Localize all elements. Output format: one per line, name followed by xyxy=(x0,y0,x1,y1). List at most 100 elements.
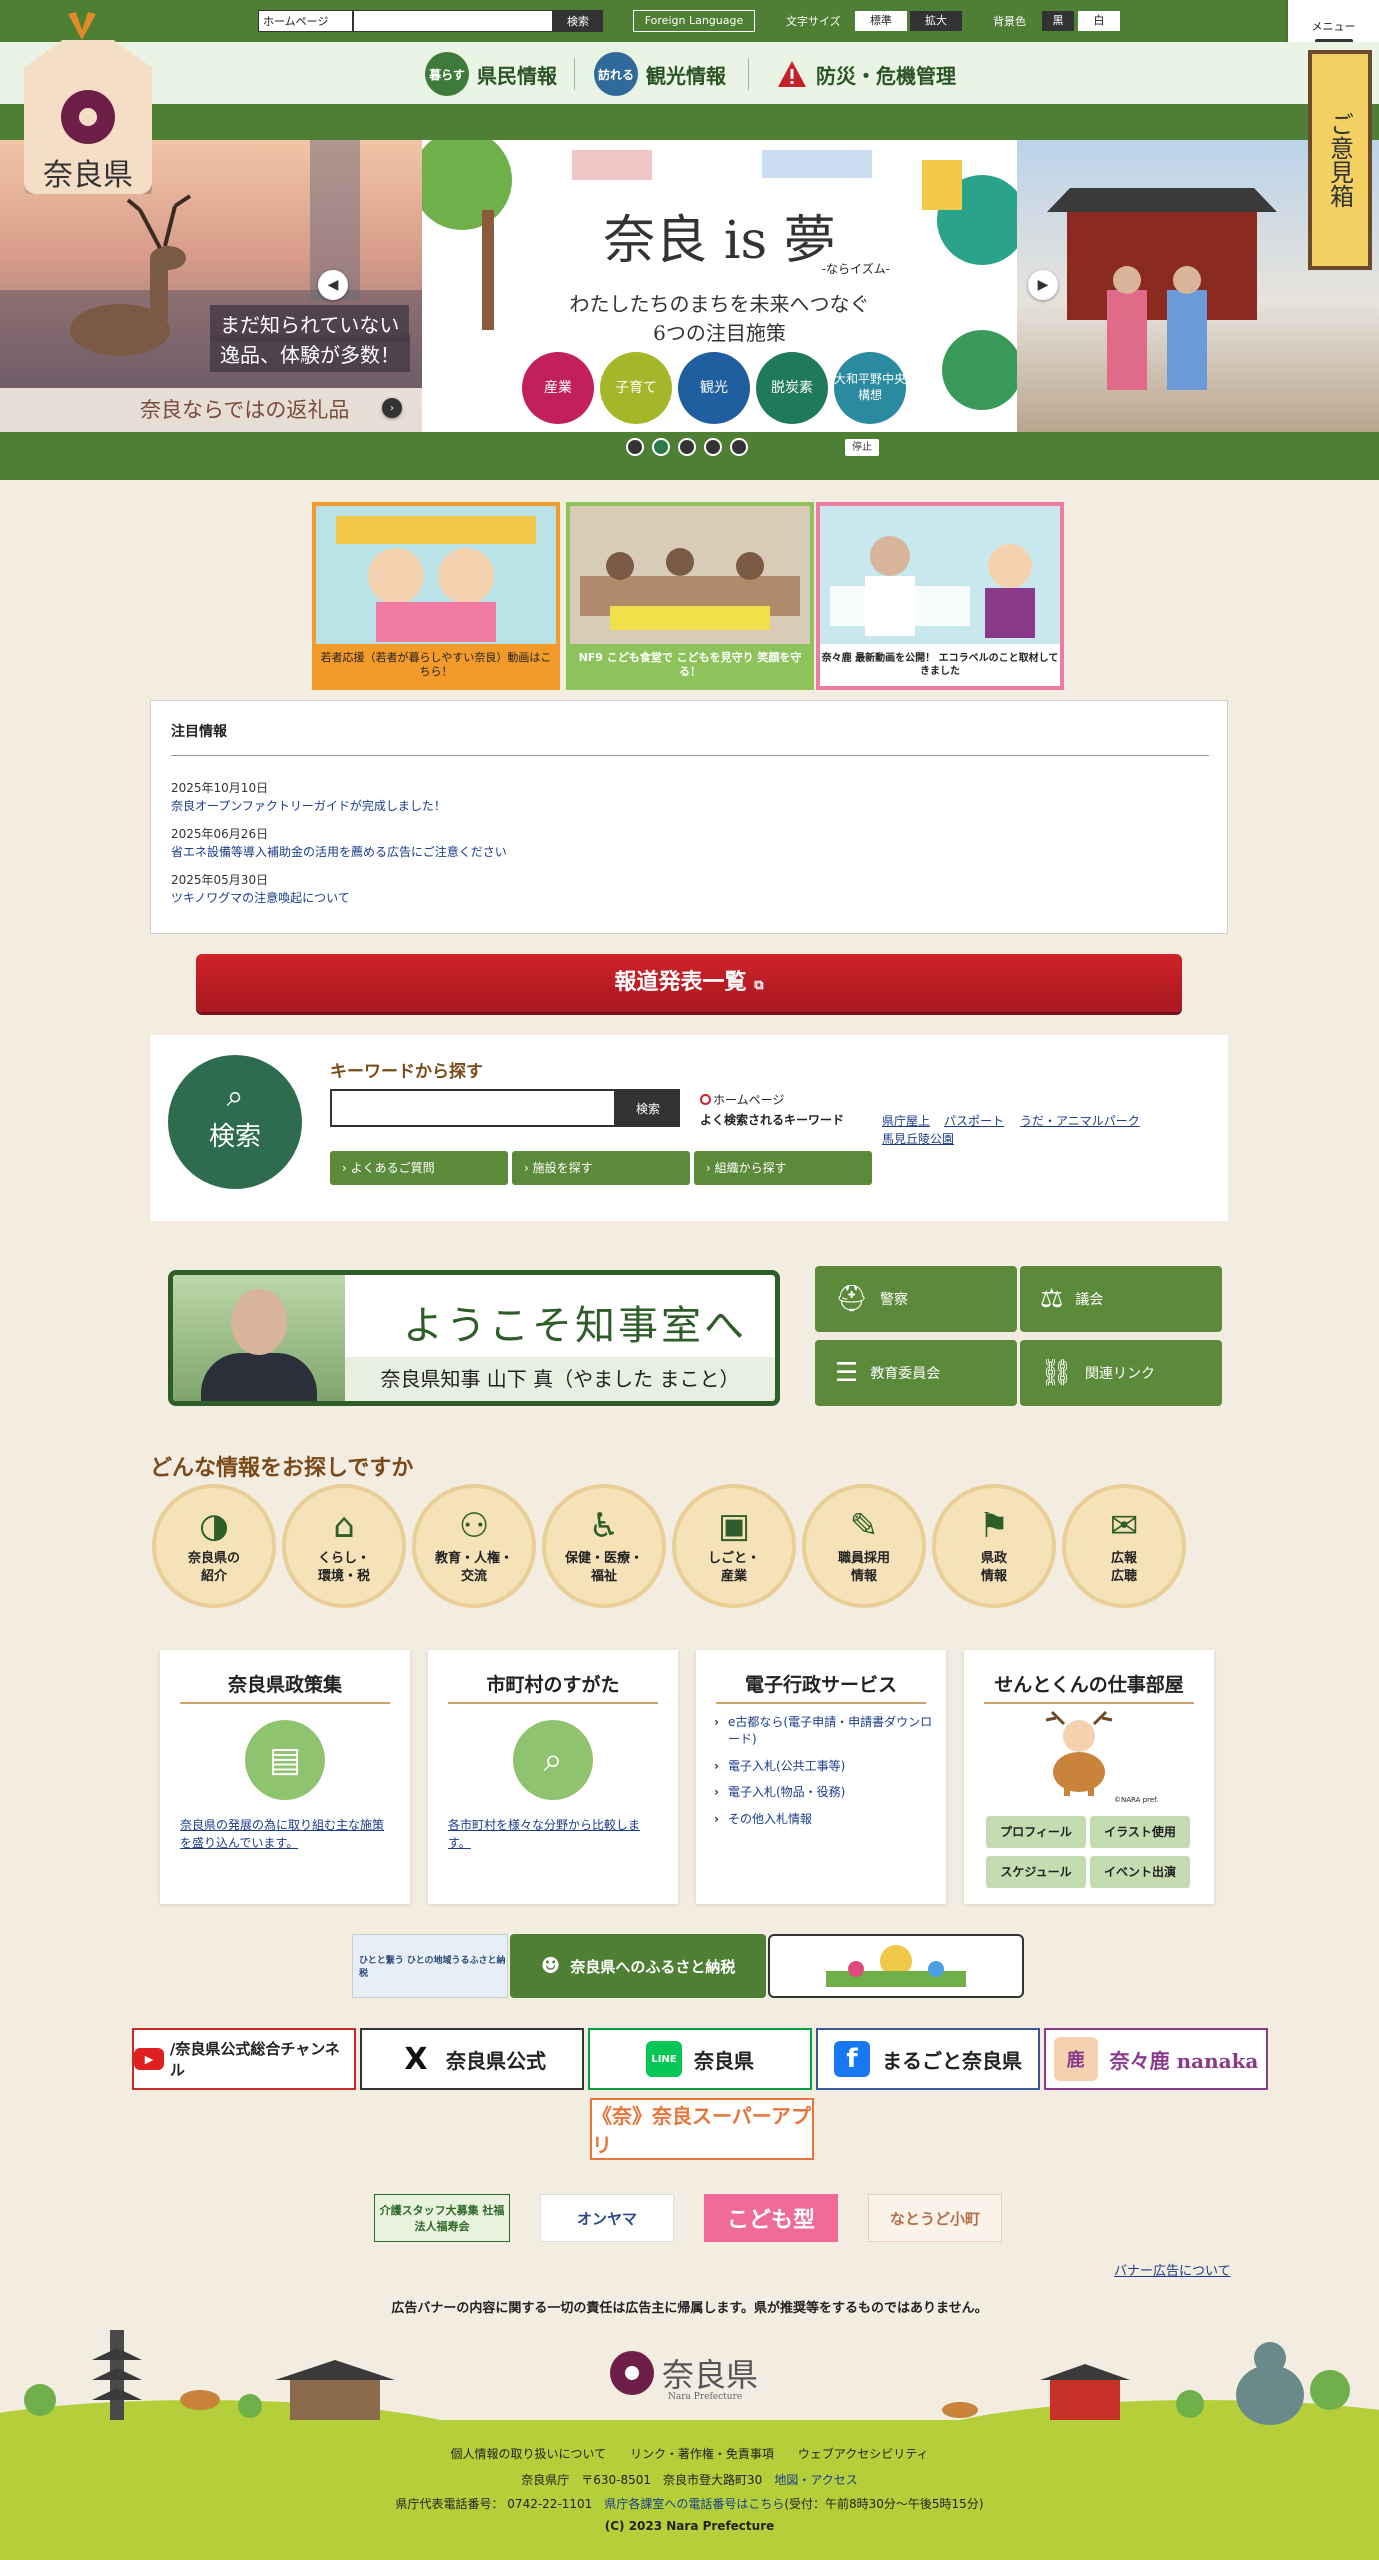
egov-link[interactable]: その他入札情報 xyxy=(714,1811,934,1828)
press-release-button[interactable]: 報道発表一覧 ⧉ xyxy=(196,954,1182,1012)
site-logo[interactable]: 奈良県 Nara Prefecture xyxy=(24,40,152,194)
x-account-link[interactable]: X 奈良県公式 xyxy=(360,2028,584,2090)
sponsor-fukujukai[interactable]: 介護スタッフ大募集 社福法人福寿会 xyxy=(374,2194,510,2242)
egov-link[interactable]: 電子入札(公共工事等) xyxy=(714,1758,934,1775)
category-label: 職員採用 情報 xyxy=(806,1550,922,1585)
font-size-standard-button[interactable]: 標準 xyxy=(855,11,907,31)
card-e-government: 電子行政サービス e古都なら(電子申請・申請書ダウンロード) 電子入札(公共工事… xyxy=(696,1650,946,1904)
carousel-prev-button[interactable]: ◀ xyxy=(318,270,348,300)
slide-title-ruby: -ならイズム- xyxy=(822,262,890,276)
facebook-page-link[interactable]: f まるごと奈良県 xyxy=(816,2028,1040,2090)
logo-ribbon-icon xyxy=(68,12,96,40)
board-of-education-link[interactable]: ☰ 教育委員会 xyxy=(815,1340,1017,1406)
keyword-search-input[interactable] xyxy=(330,1089,616,1127)
governor-office-banner[interactable]: ようこそ知事室へ 奈良県知事 山下 真（やました まこと） xyxy=(168,1270,780,1406)
police-label: 警察 xyxy=(880,1292,909,1308)
carousel-next-button[interactable]: ▶ xyxy=(1028,270,1058,300)
ad-furusato-tax[interactable]: ☻ 奈良県へのふるさと納税 xyxy=(510,1934,766,1998)
category-about-nara[interactable]: ◑ 奈良県の 紹介 xyxy=(152,1484,276,1608)
keyword-link[interactable]: パスポート xyxy=(944,1112,1004,1129)
egov-link[interactable]: e古都なら(電子申請・申請書ダウンロード) xyxy=(714,1714,934,1748)
card-link[interactable]: 各市町村を様々な分野から比較します。 xyxy=(448,1816,658,1852)
nav-disaster-info[interactable]: 防災・危機管理 xyxy=(776,52,956,96)
carousel-dot[interactable] xyxy=(704,438,722,456)
category-prefectural-gov[interactable]: ⚑ 県政 情報 xyxy=(932,1484,1056,1608)
find-facility-button[interactable]: › 施設を探す xyxy=(512,1151,690,1185)
slide-nara-ism[interactable]: 奈良 is 夢 -ならイズム- わたしたちのまちを未来へつなぐ 6つの注目施策 … xyxy=(422,140,1017,432)
category-recruitment[interactable]: ✎ 職員採用 情報 xyxy=(802,1484,926,1608)
nav-tourism-info[interactable]: 訪れる 観光情報 xyxy=(594,52,726,96)
label-line: 県政 xyxy=(980,1551,1007,1566)
category-living[interactable]: ⌂ くらし・ 環境・税 xyxy=(282,1484,406,1608)
bg-white-button[interactable]: 白 xyxy=(1078,11,1120,31)
ad-kids-page[interactable] xyxy=(768,1934,1024,1998)
nav-label: 観光情報 xyxy=(646,63,726,88)
nanaka-vtuber-link[interactable]: 鹿奈々鹿 nanaka xyxy=(1044,2028,1268,2090)
slide-link-chevron-icon[interactable]: › xyxy=(382,398,402,418)
banner-kodomo-shokudo[interactable]: NF9 こども食堂で こどもを見守り 笑顔を守る！ xyxy=(566,502,814,690)
department-phone-link[interactable]: 県庁各課室への電話番号はこちら xyxy=(604,2497,784,2511)
frequent-keywords-label: よく検索されるキーワード xyxy=(700,1113,845,1127)
sponsor-kodomogata[interactable]: こども型 xyxy=(704,2194,838,2242)
homepage-radio[interactable]: ホームページ xyxy=(700,1091,784,1108)
youtube-icon: ▶ xyxy=(134,2048,164,2070)
carousel-stop-button[interactable]: 停止 xyxy=(845,439,879,456)
carousel-dot-active[interactable] xyxy=(652,438,670,456)
faq-button[interactable]: › よくあるご質問 xyxy=(330,1151,508,1185)
keyword-link[interactable]: 馬見丘陵公園 xyxy=(882,1130,954,1147)
carousel-dot[interactable] xyxy=(626,438,644,456)
sponsor-onyama[interactable]: オンヤマ xyxy=(540,2194,674,2242)
ad-disclaimer: 広告バナーの内容に関する一切の責任は広告主に帰属します。県が推奨等をするものでは… xyxy=(391,2301,988,2316)
banner-image xyxy=(570,506,810,644)
bg-black-button[interactable]: 黒 xyxy=(1042,11,1074,31)
footer-links[interactable]: 個人情報の取り扱いについて リンク・著作権・免責事項 ウェブアクセシビリティ xyxy=(0,2445,1379,2462)
foreign-language-link[interactable]: Foreign Language xyxy=(633,10,755,32)
keyword-link[interactable]: 県庁屋上 xyxy=(882,1112,930,1129)
super-app-link[interactable]: 《奈》奈良スーパーアプリ xyxy=(590,2098,814,2160)
youtube-channel-link[interactable]: ▶/奈良県公式総合チャンネル xyxy=(132,2028,356,2090)
kids-illustration-icon xyxy=(826,1945,966,1987)
line-account-link[interactable]: LINE 奈良県 xyxy=(588,2028,812,2090)
category-work[interactable]: ▣ しごと・ 産業 xyxy=(672,1484,796,1608)
banner-nanaka-video[interactable]: 奈々鹿 最新動画を公開！ エコラベルのこと取材してきました xyxy=(816,502,1064,690)
carousel-dot[interactable] xyxy=(678,438,696,456)
keyword-search-button[interactable]: 検索 xyxy=(616,1089,680,1127)
site-search-scope-select[interactable]: ホームページ xyxy=(258,10,353,32)
notice-link[interactable]: 奈良オープンファクトリーガイドが完成しました！ xyxy=(171,797,446,814)
carousel-dot[interactable] xyxy=(730,438,748,456)
find-organization-button[interactable]: › 組織から探す xyxy=(694,1151,872,1185)
banner-youth-support[interactable]: 若者応援（若者が暮らしやすい奈良）動画はこちら！ xyxy=(312,502,560,690)
related-links-link[interactable]: ⛓ 関連リンク xyxy=(1020,1340,1222,1406)
category-public-relations[interactable]: ✉ 広報 広聴 xyxy=(1062,1484,1186,1608)
governor-name: 奈良県知事 山下 真（やました まこと） xyxy=(345,1357,775,1401)
keyword-link[interactable]: うだ・アニマルパーク xyxy=(1020,1112,1140,1129)
site-search-button[interactable]: 検索 xyxy=(553,10,603,32)
sento-illustration-button[interactable]: イラスト使用 xyxy=(1090,1816,1190,1848)
chart-document-icon: ▤ xyxy=(245,1720,325,1800)
governor-photo xyxy=(173,1275,345,1401)
label-line: 教育・人権・ xyxy=(434,1551,513,1566)
ad-furusato-gift[interactable]: ひとと繋う ひとの地域うるふさと納税 xyxy=(352,1934,508,1998)
assembly-link[interactable]: ⚖ 議会 xyxy=(1020,1266,1222,1332)
label-line: 広報 xyxy=(1110,1551,1137,1566)
notice-link[interactable]: 省エネ設備等導入補助金の活用を薦める広告にご注意ください xyxy=(171,843,507,860)
egov-link[interactable]: 電子入札(物品・役務) xyxy=(714,1784,934,1801)
police-link[interactable]: ⛑ 警察 xyxy=(815,1266,1017,1332)
address-text: 奈良県庁 〒630-8501 奈良市登大路町30 xyxy=(521,2473,775,2487)
site-search-input[interactable] xyxy=(353,10,553,32)
sento-profile-button[interactable]: プロフィール xyxy=(986,1816,1086,1848)
sento-schedule-button[interactable]: スケジュール xyxy=(986,1856,1086,1888)
notice-link[interactable]: ツキノワグマの注意喚起について xyxy=(171,889,350,906)
category-education[interactable]: ⚇ 教育・人権・ 交流 xyxy=(412,1484,536,1608)
sento-event-button[interactable]: イベント出演 xyxy=(1090,1856,1190,1888)
card-link[interactable]: 奈良県の発展の為に取り組む主な施策を盛り込んでいます。 xyxy=(180,1816,390,1852)
category-health[interactable]: ♿ 保健・医療・ 福祉 xyxy=(542,1484,666,1608)
footer-logo[interactable]: 奈良県 Nara Prefecture xyxy=(610,2350,758,2402)
sponsor-natoudo-komachi[interactable]: なとうど小町 xyxy=(868,2194,1002,2242)
banner-image xyxy=(820,506,1060,644)
access-map-link[interactable]: 地図・アクセス xyxy=(774,2473,857,2487)
feedback-box-link[interactable]: ご意見箱 xyxy=(1308,50,1372,270)
font-size-large-button[interactable]: 拡大 xyxy=(910,11,962,31)
banner-ad-info-link[interactable]: バナー広告について xyxy=(1114,2260,1231,2279)
nav-resident-info[interactable]: 暮らす 県民情報 xyxy=(425,52,557,96)
